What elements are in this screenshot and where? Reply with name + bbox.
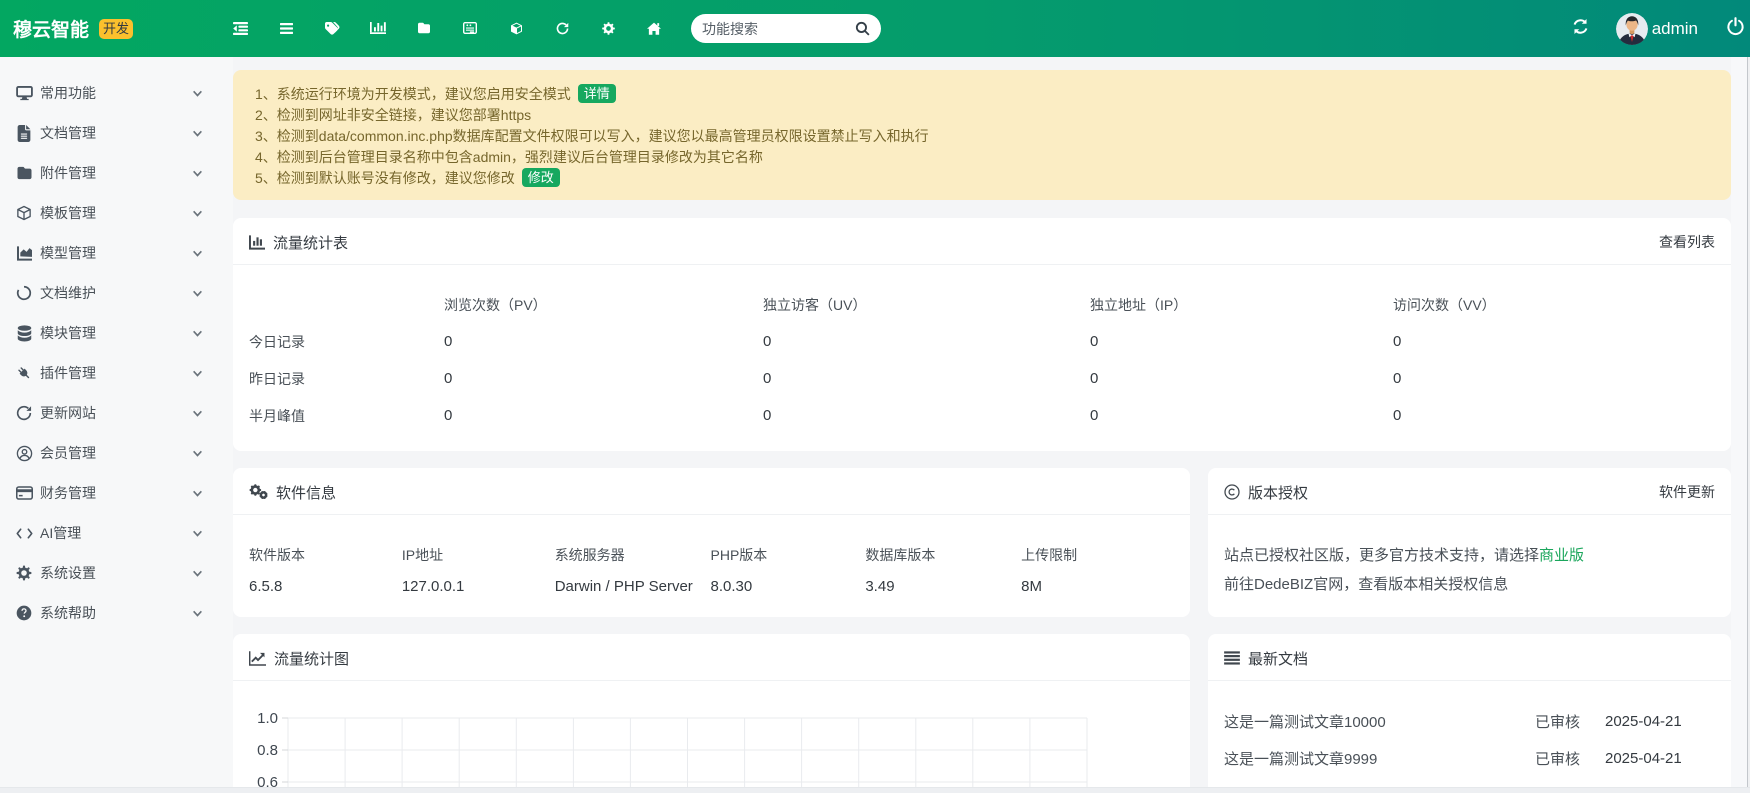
svg-text:0.8: 0.8 — [257, 742, 278, 759]
svg-text:1.0: 1.0 — [257, 710, 278, 727]
